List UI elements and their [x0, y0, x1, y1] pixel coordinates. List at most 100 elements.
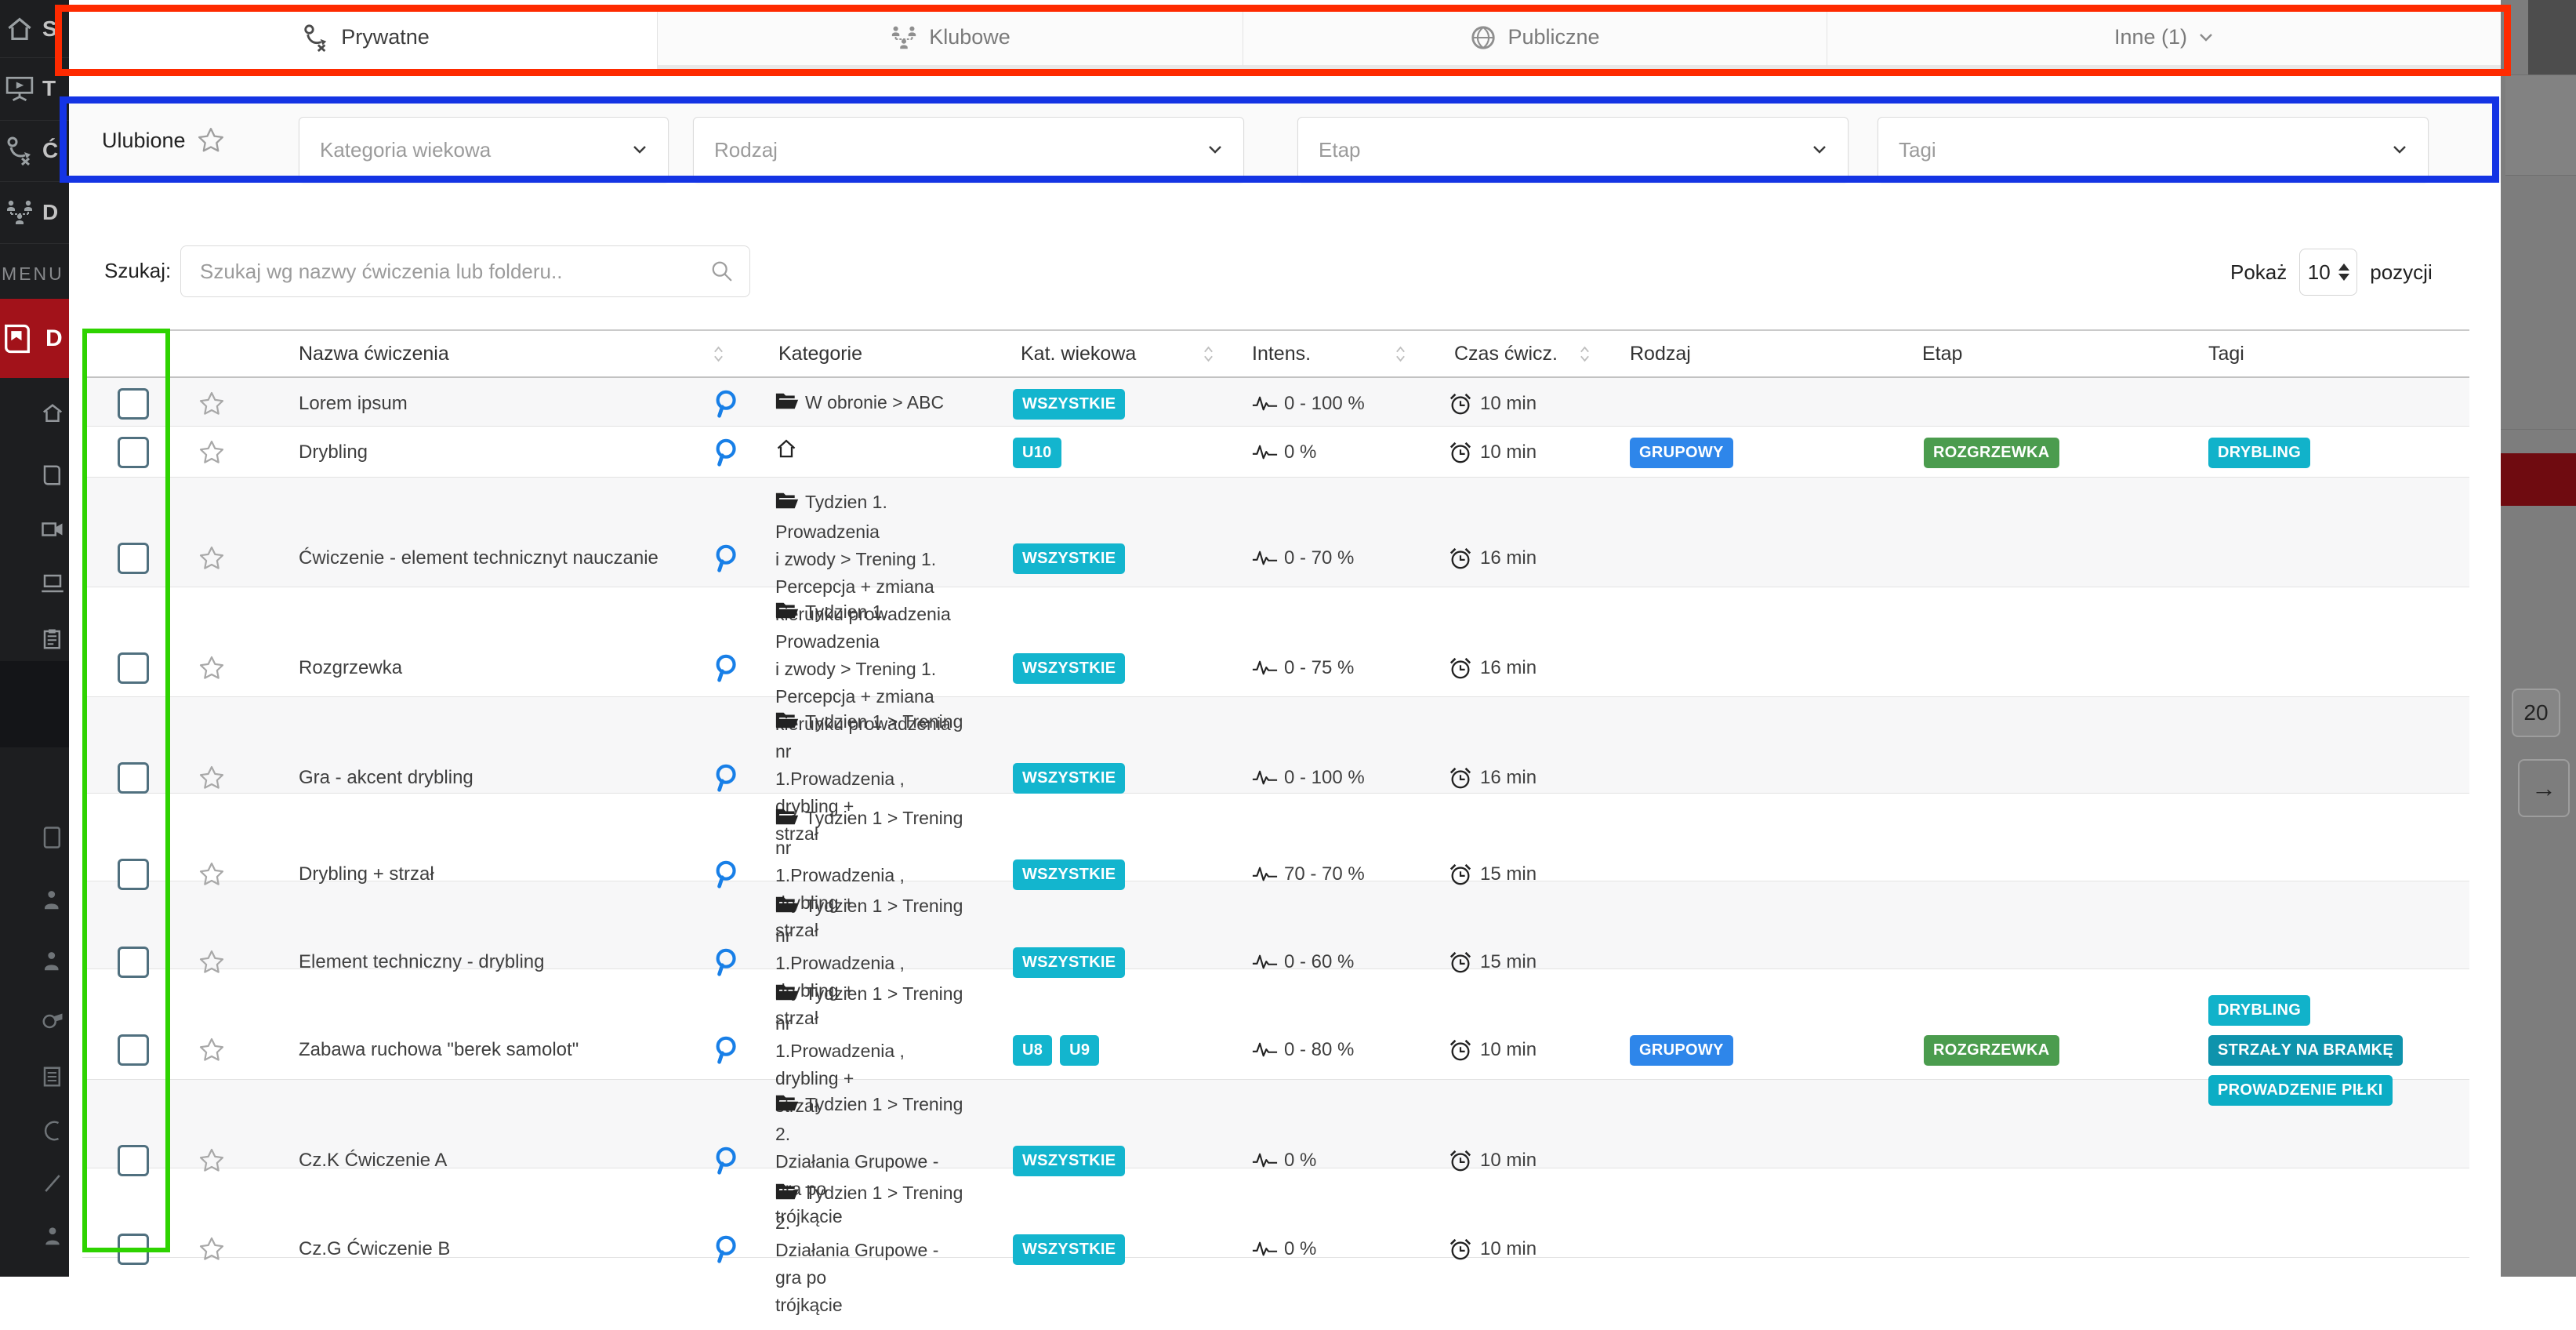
- sidebar-item-teams[interactable]: D: [0, 181, 69, 244]
- chevron-down-icon: [2392, 144, 2407, 155]
- preview-magnifier-icon[interactable]: [713, 438, 742, 467]
- search-icon: [710, 260, 734, 283]
- column-header-tagi[interactable]: Tagi: [2207, 331, 2469, 376]
- column-header-rodzaj[interactable]: Rodzaj: [1627, 331, 1921, 376]
- favorites-filter[interactable]: Ulubione: [102, 98, 225, 183]
- favorite-star-icon[interactable]: [198, 765, 225, 790]
- left-sidebar: S T Ć D MENU D: [0, 0, 69, 1277]
- column-header-etap[interactable]: Etap: [1921, 331, 2207, 376]
- page-size-control: Pokaż 10 pozycji: [2230, 248, 2433, 296]
- list-icon: [41, 1065, 64, 1088]
- row-checkbox[interactable]: [118, 762, 149, 794]
- sidebar-item-exercises[interactable]: Ć: [0, 120, 69, 182]
- favorite-star-icon[interactable]: [198, 546, 225, 571]
- tag-badges: DRYBLING: [2207, 427, 2469, 478]
- tab-label: Inne (1): [2114, 25, 2187, 49]
- preview-magnifier-icon[interactable]: [713, 763, 742, 793]
- filter-dropdown-rodzaj[interactable]: Rodzaj: [693, 117, 1244, 183]
- sidebar-item-start[interactable]: S: [0, 0, 69, 58]
- favorite-star-icon[interactable]: [198, 656, 225, 681]
- column-header-intens[interactable]: Intens.: [1250, 331, 1442, 376]
- duration-value: 10 min: [1480, 393, 1537, 415]
- row-checkbox[interactable]: [118, 1034, 149, 1066]
- sidebar-item-label: D: [42, 200, 58, 225]
- favorite-star-icon[interactable]: [198, 440, 225, 465]
- tab-label: Prywatne: [341, 25, 430, 49]
- column-header-nazwa[interactable]: Nazwa ćwiczenia: [299, 331, 691, 376]
- background-page-size-box: 20: [2512, 689, 2560, 737]
- search-box: [180, 245, 750, 297]
- rodzaj-badges: GRUPOWY: [1627, 427, 1921, 478]
- open-folder-icon: [775, 710, 799, 738]
- badge-strzały-na-bramkę: STRZAŁY NA BRAMKĘ: [2208, 1035, 2403, 1066]
- sort-icon[interactable]: [713, 344, 724, 364]
- person-icon: [41, 888, 64, 912]
- home-icon: [775, 438, 797, 467]
- open-folder-icon: [775, 895, 799, 922]
- next-page-arrow-button[interactable]: →: [2518, 759, 2570, 817]
- line-icon: [41, 1172, 64, 1195]
- preview-magnifier-icon[interactable]: [713, 543, 742, 573]
- backdrop-divider: [2501, 429, 2576, 430]
- sidebar-item-trainings[interactable]: T: [0, 57, 69, 121]
- filter-dropdown-etap[interactable]: Etap: [1297, 117, 1849, 183]
- row-checkbox[interactable]: [118, 437, 149, 468]
- preview-magnifier-icon[interactable]: [713, 653, 742, 683]
- sidebar-item-label: D: [45, 325, 63, 352]
- clock-icon: [1449, 441, 1472, 464]
- badge-grupowy: GRUPOWY: [1630, 1035, 1733, 1066]
- sidebar-item-active[interactable]: D: [0, 299, 69, 378]
- badge-u9: U9: [1060, 1035, 1099, 1066]
- home-icon: [5, 16, 34, 42]
- column-header-czas[interactable]: Czas ćwicz.: [1442, 331, 1627, 376]
- search-input[interactable]: [181, 260, 710, 284]
- etap-badges: [1921, 1168, 2207, 1330]
- star-icon[interactable]: [197, 127, 225, 154]
- sort-icon[interactable]: [1395, 344, 1406, 364]
- row-checkbox[interactable]: [118, 543, 149, 574]
- preview-magnifier-icon[interactable]: [713, 1234, 742, 1264]
- dropdown-placeholder: Etap: [1319, 138, 1361, 162]
- badge-wszystkie: WSZYSTKIE: [1013, 389, 1125, 420]
- dropdown-placeholder: Rodzaj: [714, 138, 778, 162]
- stepper-arrows-icon[interactable]: [2338, 263, 2349, 281]
- badge-wszystkie: WSZYSTKIE: [1013, 653, 1125, 684]
- sort-icon[interactable]: [1579, 344, 1591, 364]
- table-row: Drybling + strzał Tydzien 1 > Trening nr…: [82, 794, 2469, 881]
- row-checkbox[interactable]: [118, 652, 149, 684]
- table-row: Gra - akcent drybling Tydzien 1 > Trenin…: [82, 697, 2469, 794]
- column-header-kat-wiekowa[interactable]: Kat. wiekowa: [1011, 331, 1250, 376]
- globe-icon: [1470, 24, 1497, 51]
- sidebar-menu-heading: MENU: [2, 263, 64, 285]
- dropdown-placeholder: Tagi: [1899, 138, 1936, 162]
- table-row: Ćwiczenie - element technicznyt nauczani…: [82, 478, 2469, 587]
- filter-dropdown-tagi[interactable]: Tagi: [1878, 117, 2429, 183]
- intensity-pulse-icon: [1252, 1039, 1278, 1061]
- tab-publiczne[interactable]: Publiczne: [1243, 9, 1827, 69]
- preview-magnifier-icon[interactable]: [713, 389, 742, 419]
- favorite-star-icon[interactable]: [198, 391, 225, 416]
- badge-wszystkie: WSZYSTKIE: [1013, 543, 1125, 574]
- tab-inne[interactable]: Inne (1): [1827, 9, 2501, 69]
- column-header-kategorie[interactable]: Kategorie: [764, 331, 1011, 376]
- sort-icon[interactable]: [1203, 344, 1214, 364]
- filter-dropdown-kategoria-wiekowa[interactable]: Kategoria wiekowa: [299, 117, 669, 183]
- library-tabs: Prywatne Klubowe Publiczne Inne (1): [74, 9, 2501, 69]
- laptop-icon: [41, 572, 64, 595]
- row-checkbox[interactable]: [118, 388, 149, 420]
- row-checkbox[interactable]: [118, 1234, 149, 1265]
- duration-value: 10 min: [1480, 1238, 1537, 1260]
- tag-badges: [2207, 1168, 2469, 1330]
- backdrop-red-block: [2501, 453, 2576, 506]
- tactics-icon: [5, 136, 34, 165]
- tab-prywatne[interactable]: Prywatne: [74, 9, 657, 69]
- intensity-pulse-icon: [1252, 547, 1278, 569]
- page-size-suffix: pozycji: [2370, 260, 2432, 285]
- search-label: Szukaj:: [104, 259, 171, 283]
- favorite-star-icon[interactable]: [198, 1037, 225, 1063]
- favorite-star-icon[interactable]: [198, 1237, 225, 1262]
- preview-magnifier-icon[interactable]: [713, 1035, 742, 1065]
- page-size-stepper[interactable]: 10: [2299, 249, 2357, 296]
- tab-klubowe[interactable]: Klubowe: [657, 9, 1243, 69]
- intensity-pulse-icon: [1252, 442, 1278, 463]
